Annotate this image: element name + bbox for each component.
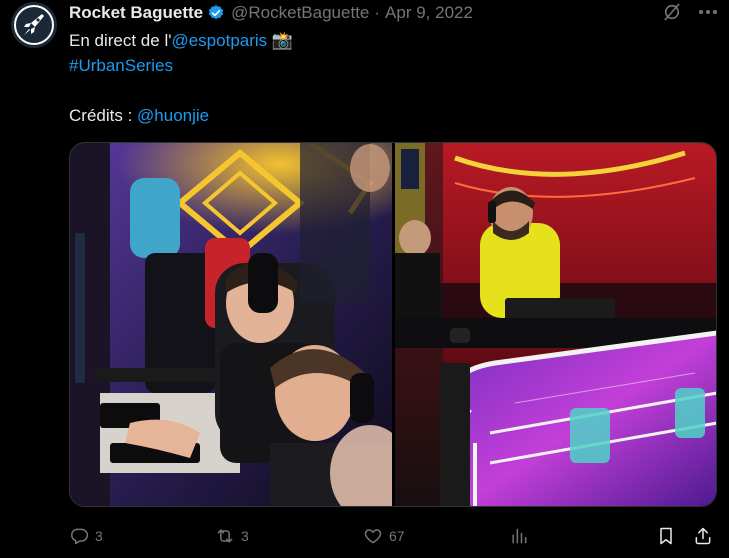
hashtag-urbanseries[interactable]: #UrbanSeries [69, 56, 173, 75]
photo-left[interactable] [70, 143, 392, 506]
views-button[interactable] [509, 522, 529, 550]
mention-espotparis[interactable]: @espotparis [171, 31, 267, 50]
verified-badge-icon [208, 5, 224, 20]
bookmark-icon [660, 527, 672, 545]
avatar[interactable] [11, 2, 57, 48]
retweet-button[interactable]: 3 [215, 522, 249, 550]
header-separator: · [374, 3, 381, 22]
share-button[interactable] [693, 522, 713, 550]
share-icon [695, 527, 711, 545]
like-button[interactable]: 67 [363, 522, 405, 550]
rocket-logo-icon [11, 2, 57, 48]
photo-right[interactable] [394, 143, 716, 506]
reply-icon [71, 528, 89, 545]
credits-label: Crédits : [69, 106, 138, 125]
author-handle[interactable]: @RocketBaguette [231, 3, 369, 23]
reply-button[interactable]: 3 [69, 522, 103, 550]
reply-count: 3 [95, 528, 103, 544]
caster-desk-photo [394, 143, 716, 506]
bookmark-button[interactable] [656, 522, 676, 550]
author-name[interactable]: Rocket Baguette [69, 3, 203, 23]
tweet-text: En direct de l'@espotparis 📸 #UrbanSerie… [69, 28, 709, 128]
tweet-header: Rocket Baguette @RocketBaguette · Apr 9,… [69, 2, 473, 24]
tweet-line-1-prefix: En direct de l' [69, 31, 172, 50]
retweet-count: 3 [241, 528, 249, 544]
retweet-icon [217, 529, 233, 543]
media-grid [69, 142, 717, 507]
tweet-line-2: #UrbanSeries [69, 53, 709, 78]
tweet-date[interactable]: Apr 9, 2022 [385, 3, 473, 23]
tweet-line-4: Crédits : @huonjie [69, 103, 709, 128]
heart-icon [364, 529, 382, 544]
tweet-line-1: En direct de l'@espotparis 📸 [69, 28, 709, 53]
camera-flash-emoji: 📸 [271, 31, 294, 50]
more-icon[interactable] [695, 2, 721, 22]
views-icon [512, 528, 527, 544]
mention-huonjie[interactable]: @huonjie [137, 106, 209, 125]
like-count: 67 [389, 528, 405, 544]
grok-icon[interactable] [662, 2, 682, 22]
action-bar: 3 3 67 [69, 522, 717, 550]
esports-players-photo [70, 143, 392, 506]
